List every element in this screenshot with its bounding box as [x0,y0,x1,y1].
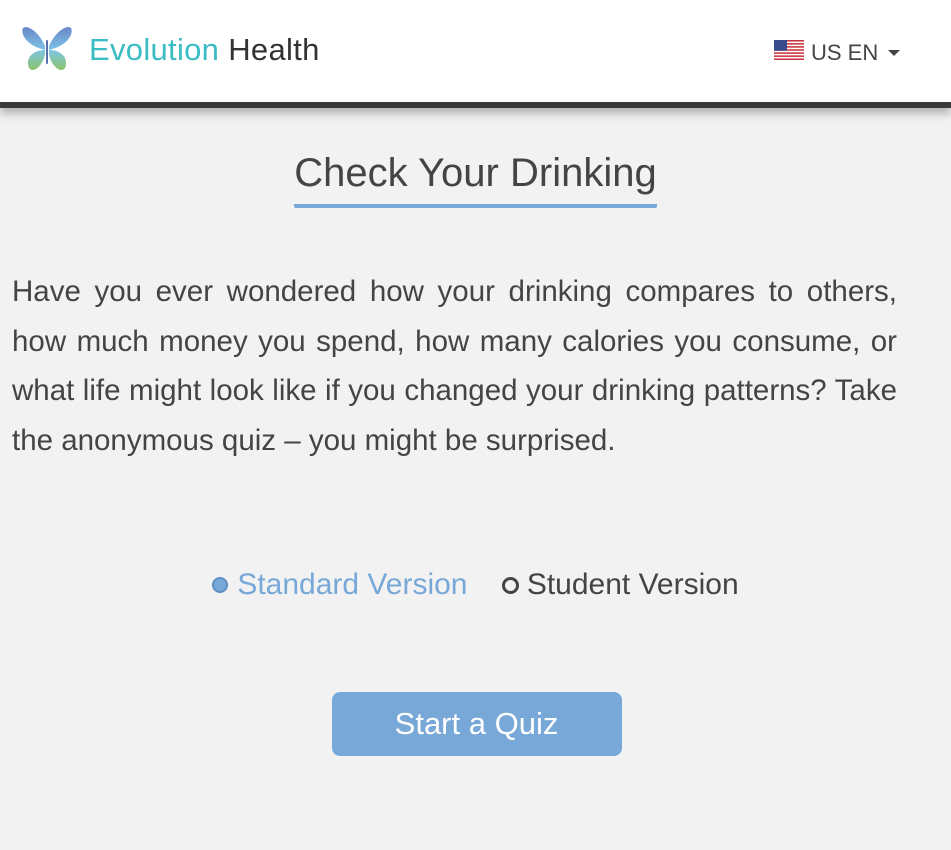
standard-version-label: Standard Version [237,568,468,602]
butterfly-icon [21,24,73,74]
brand-name-part2: Health [228,31,320,67]
title-section: Check Your Drinking [0,150,951,208]
radio-standard-version[interactable]: Standard Version [212,568,467,602]
student-version-label: Student Version [526,568,739,602]
top-header: Evolution Health US EN [0,0,951,108]
radio-student-version[interactable]: Student Version [501,568,739,602]
brand-logo[interactable]: Evolution Health [21,24,320,74]
radio-unselected-icon [501,576,519,594]
brand-name-part1: Evolution [89,31,220,67]
brand-name: Evolution Health [89,34,320,65]
us-flag-icon [774,40,804,66]
start-section: Start a Quiz [0,692,951,756]
start-quiz-button[interactable]: Start a Quiz [331,692,622,756]
version-selector: Standard Version Student Version [0,567,951,602]
language-selector[interactable]: US EN [774,40,901,66]
radio-selected-icon [212,577,229,594]
language-label: US EN [811,40,879,65]
intro-text: Have you ever wondered how your drinking… [12,275,897,457]
page-title: Check Your Drinking [294,150,657,208]
chevron-down-icon [888,50,901,56]
